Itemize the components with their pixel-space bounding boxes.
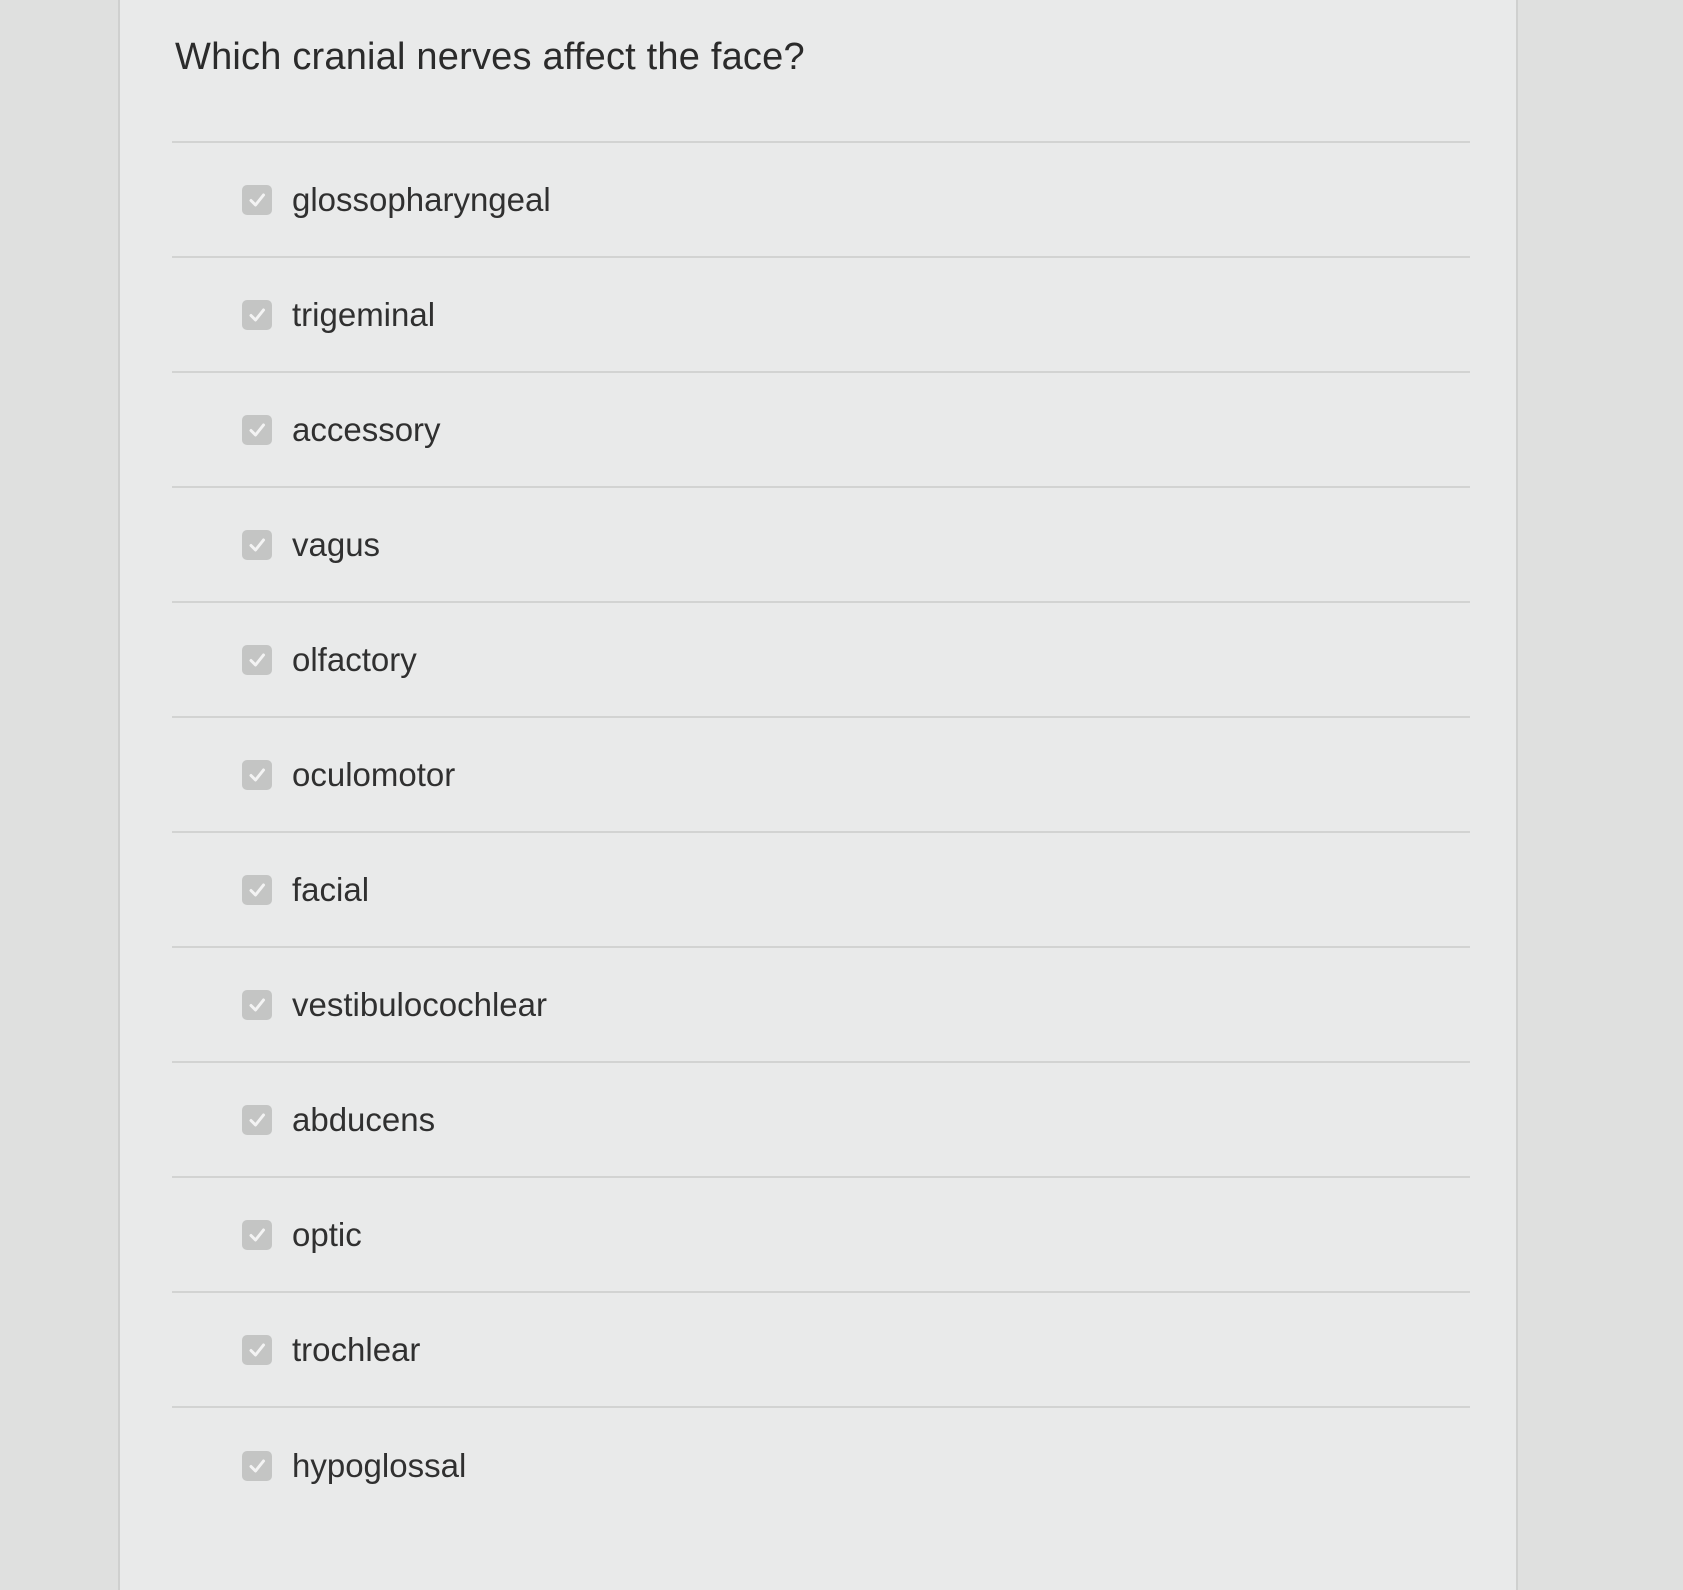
- checkmark-icon: [249, 768, 265, 781]
- option-accessory[interactable]: accessory: [172, 373, 1470, 488]
- option-label: hypoglossal: [292, 1446, 467, 1484]
- checkmark-icon: [249, 308, 265, 321]
- checkmark-icon: [249, 193, 265, 206]
- option-label: abducens: [292, 1100, 436, 1138]
- checkmark-icon: [249, 998, 265, 1011]
- option-facial[interactable]: facial: [172, 833, 1470, 948]
- checkbox[interactable]: [242, 184, 272, 215]
- checkbox[interactable]: [242, 1450, 272, 1481]
- checkmark-icon: [249, 538, 265, 551]
- checkbox[interactable]: [242, 989, 272, 1020]
- option-trigeminal[interactable]: trigeminal: [172, 258, 1470, 373]
- option-label: oculomotor: [292, 755, 456, 793]
- checkbox[interactable]: [242, 1104, 272, 1135]
- option-abducens[interactable]: abducens: [172, 1063, 1470, 1178]
- checkbox[interactable]: [242, 874, 272, 905]
- option-oculomotor[interactable]: oculomotor: [172, 718, 1470, 833]
- checkbox[interactable]: [242, 759, 272, 790]
- option-trochlear[interactable]: trochlear: [172, 1293, 1470, 1408]
- option-label: trochlear: [292, 1330, 421, 1368]
- checkmark-icon: [249, 423, 265, 436]
- question-text: Which cranial nerves affect the face?: [175, 36, 805, 78]
- question-panel: Which cranial nerves affect the face? gl…: [118, 0, 1518, 1590]
- option-glossopharyngeal[interactable]: glossopharyngeal: [172, 143, 1470, 258]
- option-label: vestibulocochlear: [292, 985, 547, 1023]
- option-optic[interactable]: optic: [172, 1178, 1470, 1293]
- checkbox[interactable]: [242, 414, 272, 445]
- checkbox[interactable]: [242, 1219, 272, 1250]
- option-vestibulocochlear[interactable]: vestibulocochlear: [172, 948, 1470, 1063]
- option-label: optic: [292, 1215, 362, 1253]
- option-label: vagus: [292, 525, 381, 563]
- checkmark-icon: [249, 883, 265, 896]
- option-label: accessory: [292, 410, 441, 448]
- checkbox[interactable]: [242, 529, 272, 560]
- checkbox[interactable]: [242, 299, 272, 330]
- option-label: olfactory: [292, 640, 417, 678]
- checkmark-icon: [249, 653, 265, 666]
- checkbox[interactable]: [242, 1334, 272, 1365]
- option-label: facial: [292, 870, 370, 908]
- checkmark-icon: [249, 1343, 265, 1356]
- option-vagus[interactable]: vagus: [172, 488, 1470, 603]
- option-olfactory[interactable]: olfactory: [172, 603, 1470, 718]
- answer-options-list: glossopharyngeal trigeminal accessory va…: [172, 141, 1470, 1523]
- option-label: trigeminal: [292, 295, 436, 333]
- option-hypoglossal[interactable]: hypoglossal: [172, 1408, 1470, 1523]
- checkmark-icon: [249, 1228, 265, 1241]
- checkmark-icon: [249, 1113, 265, 1126]
- option-label: glossopharyngeal: [292, 180, 551, 218]
- checkmark-icon: [249, 1459, 265, 1472]
- checkbox[interactable]: [242, 644, 272, 675]
